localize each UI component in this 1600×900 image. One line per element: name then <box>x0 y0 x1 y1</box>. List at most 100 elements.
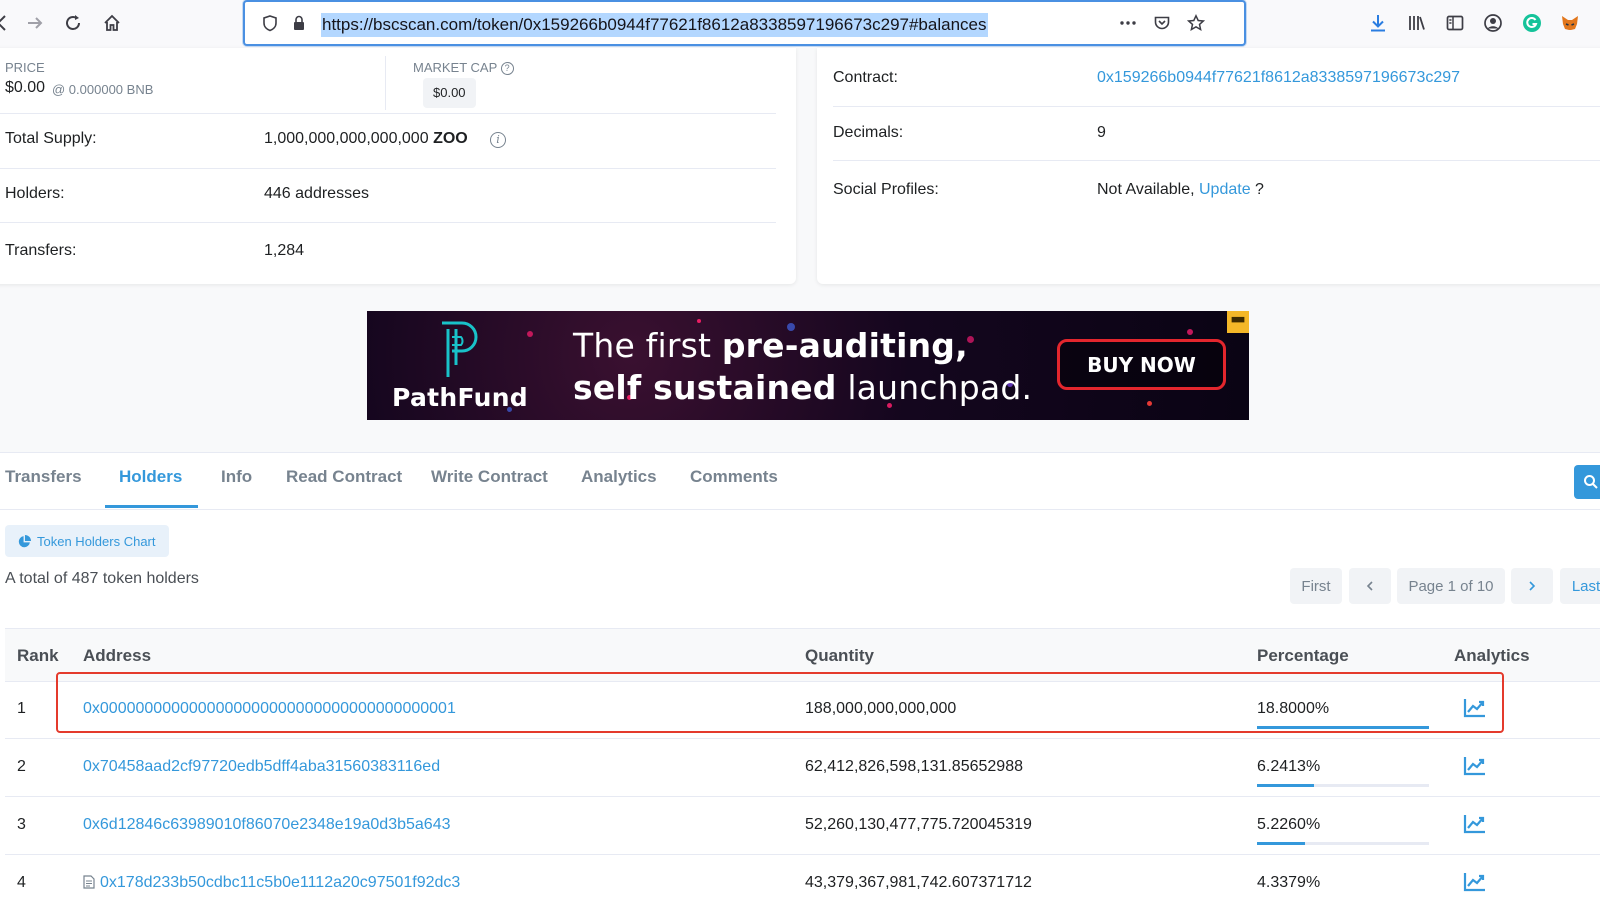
search-button[interactable] <box>1574 465 1600 499</box>
tab-analytics[interactable]: Analytics <box>581 467 657 507</box>
pager-last-button[interactable]: Last <box>1560 568 1600 604</box>
address-cell: 0x178d233b50cdbc11c5b0e1112a20c97501f92d… <box>83 874 460 892</box>
address-cell: 0x70458aad2cf97720edb5dff4aba31560383116… <box>83 758 440 776</box>
table-row: 3 0x6d12846c63989010f86070e2348e19a0d3b5a… <box>5 798 1600 855</box>
holder-address-link[interactable]: 0x00000000000000000000000000000000000000… <box>83 700 456 717</box>
rank-cell: 3 <box>17 816 26 833</box>
metamask-fox-icon[interactable] <box>1555 8 1585 38</box>
decimals-value: 9 <box>1097 124 1106 141</box>
market-cap-badge: $0.00 <box>423 78 476 108</box>
total-supply-value: 1,000,000,000,000,000 ZOO <box>264 130 468 147</box>
pocket-icon[interactable] <box>1151 12 1173 34</box>
price-label: PRICE <box>5 60 45 75</box>
analytics-chart-icon[interactable] <box>1462 754 1488 778</box>
tab-transfers[interactable]: Transfers <box>5 467 82 507</box>
grammarly-icon[interactable] <box>1517 8 1547 38</box>
analytics-chart-icon[interactable] <box>1462 696 1488 720</box>
download-icon[interactable] <box>1363 8 1393 38</box>
token-overview-card: PRICE $0.00 @ 0.000000 BNB MARKET CAP ? … <box>0 48 796 284</box>
token-tabs-panel: Transfers Holders Info Read Contract Wri… <box>0 452 1600 900</box>
decimals-label: Decimals: <box>833 124 904 141</box>
account-icon[interactable] <box>1478 8 1508 38</box>
col-rank: Rank <box>17 646 59 665</box>
browser-toolbar: https://bscscan.com/token/0x159266b0944f… <box>0 0 1600 48</box>
table-row: 1 0x0000000000000000000000000000000000000… <box>5 682 1600 739</box>
divider <box>833 106 1600 107</box>
percentage-cell: 5.2260% <box>1257 816 1321 833</box>
tab-read-contract[interactable]: Read Contract <box>286 467 402 507</box>
social-profiles-label: Social Profiles: <box>833 181 939 198</box>
divider <box>0 113 776 114</box>
address-bar[interactable]: https://bscscan.com/token/0x159266b0944f… <box>243 0 1246 46</box>
quantity-cell: 62,412,826,598,131.85652988 <box>805 758 1023 775</box>
forward-icon[interactable] <box>20 8 50 38</box>
table-row: 2 0x70458aad2cf97720edb5dff4aba3156038311… <box>5 740 1600 797</box>
percentage-bar-fill <box>1257 842 1305 845</box>
divider <box>833 160 1600 161</box>
address-cell: 0x00000000000000000000000000000000000000… <box>83 700 456 718</box>
token-holders-chart-button[interactable]: Token Holders Chart <box>5 525 169 557</box>
bookmark-star-icon[interactable] <box>1185 12 1207 34</box>
total-supply-label: Total Supply: <box>5 130 97 147</box>
analytics-chart-icon[interactable] <box>1462 812 1488 836</box>
lock-icon[interactable] <box>288 12 310 34</box>
ad-buy-now-button[interactable]: BUY NOW <box>1057 339 1226 390</box>
pager-page-indicator: Page 1 of 10 <box>1397 568 1505 604</box>
sidebar-icon[interactable] <box>1440 8 1470 38</box>
holder-address-link[interactable]: 0x6d12846c63989010f86070e2348e19a0d3b5a6… <box>83 816 450 833</box>
ad-headline: The first pre-auditing, self sustained l… <box>573 326 1033 407</box>
tab-info[interactable]: Info <box>221 467 252 507</box>
price-bnb: @ 0.000000 BNB <box>52 82 154 97</box>
ad-banner[interactable]: PathFund The first pre-auditing, self su… <box>367 311 1249 420</box>
percentage-cell: 4.3379% <box>1257 874 1321 891</box>
holder-address-link[interactable]: 0x70458aad2cf97720edb5dff4aba31560383116… <box>83 758 440 775</box>
contract-file-icon <box>83 875 95 889</box>
rank-cell: 1 <box>17 700 26 717</box>
search-icon <box>1584 475 1598 489</box>
col-address: Address <box>83 646 152 665</box>
social-profiles-value: Not Available, Update ? <box>1097 181 1264 198</box>
rank-cell: 2 <box>17 758 26 775</box>
back-icon[interactable] <box>0 8 16 38</box>
percentage-cell: 18.8000% <box>1257 700 1330 717</box>
tab-holders[interactable]: Holders <box>119 467 182 507</box>
update-link[interactable]: Update <box>1199 181 1251 198</box>
pager-next-button[interactable] <box>1511 568 1553 604</box>
tab-comments[interactable]: Comments <box>690 467 778 507</box>
holder-address-link[interactable]: 0x178d233b50cdbc11c5b0e1112a20c97501f92d… <box>100 874 460 891</box>
quantity-cell: 188,000,000,000,000 <box>805 700 957 717</box>
holders-table-header: Rank Address Quantity Percentage Analyti… <box>5 628 1600 682</box>
info-icon[interactable]: i <box>490 130 506 148</box>
pathfund-logo-icon <box>442 321 478 377</box>
ad-brand: PathFund <box>392 383 528 412</box>
token-profile-card: Contract: 0x159266b0944f77621f8612a83385… <box>817 48 1600 284</box>
price-divider <box>385 56 386 110</box>
tabs-divider <box>0 509 1600 510</box>
ad-info-icon[interactable]: ▀▀ <box>1227 311 1249 333</box>
shield-icon[interactable] <box>259 12 281 34</box>
contract-address-link[interactable]: 0x159266b0944f77621f8612a8338597196673c2… <box>1097 69 1460 87</box>
transfers-label: Transfers: <box>5 242 77 259</box>
percentage-bar-fill <box>1257 784 1315 787</box>
question-icon[interactable]: ? <box>500 61 514 75</box>
chevron-left-icon <box>1366 581 1373 591</box>
col-analytics: Analytics <box>1454 646 1530 665</box>
more-actions-icon[interactable] <box>1117 12 1139 34</box>
reload-icon[interactable] <box>58 8 88 38</box>
quantity-cell: 52,260,130,477,775.720045319 <box>805 816 1032 833</box>
pie-chart-icon <box>18 534 31 547</box>
pager-prev-button[interactable] <box>1349 568 1391 604</box>
holders-label: Holders: <box>5 185 65 202</box>
library-icon[interactable] <box>1402 8 1432 38</box>
chevron-right-icon <box>1529 581 1536 591</box>
transfers-value: 1,284 <box>264 242 305 259</box>
url-text[interactable]: https://bscscan.com/token/0x159266b0944f… <box>321 13 988 37</box>
tab-write-contract[interactable]: Write Contract <box>431 467 548 507</box>
address-cell: 0x6d12846c63989010f86070e2348e19a0d3b5a6… <box>83 816 450 834</box>
home-icon[interactable] <box>97 8 127 38</box>
analytics-chart-icon[interactable] <box>1462 870 1488 894</box>
quantity-cell: 43,379,367,981,742.607371712 <box>805 874 1032 891</box>
contract-label: Contract: <box>833 69 898 86</box>
pager-first-button[interactable]: First <box>1290 568 1342 604</box>
table-row: 4 0x178d233b50cdbc11c5b0e1112a20c97501f92… <box>5 856 1600 900</box>
